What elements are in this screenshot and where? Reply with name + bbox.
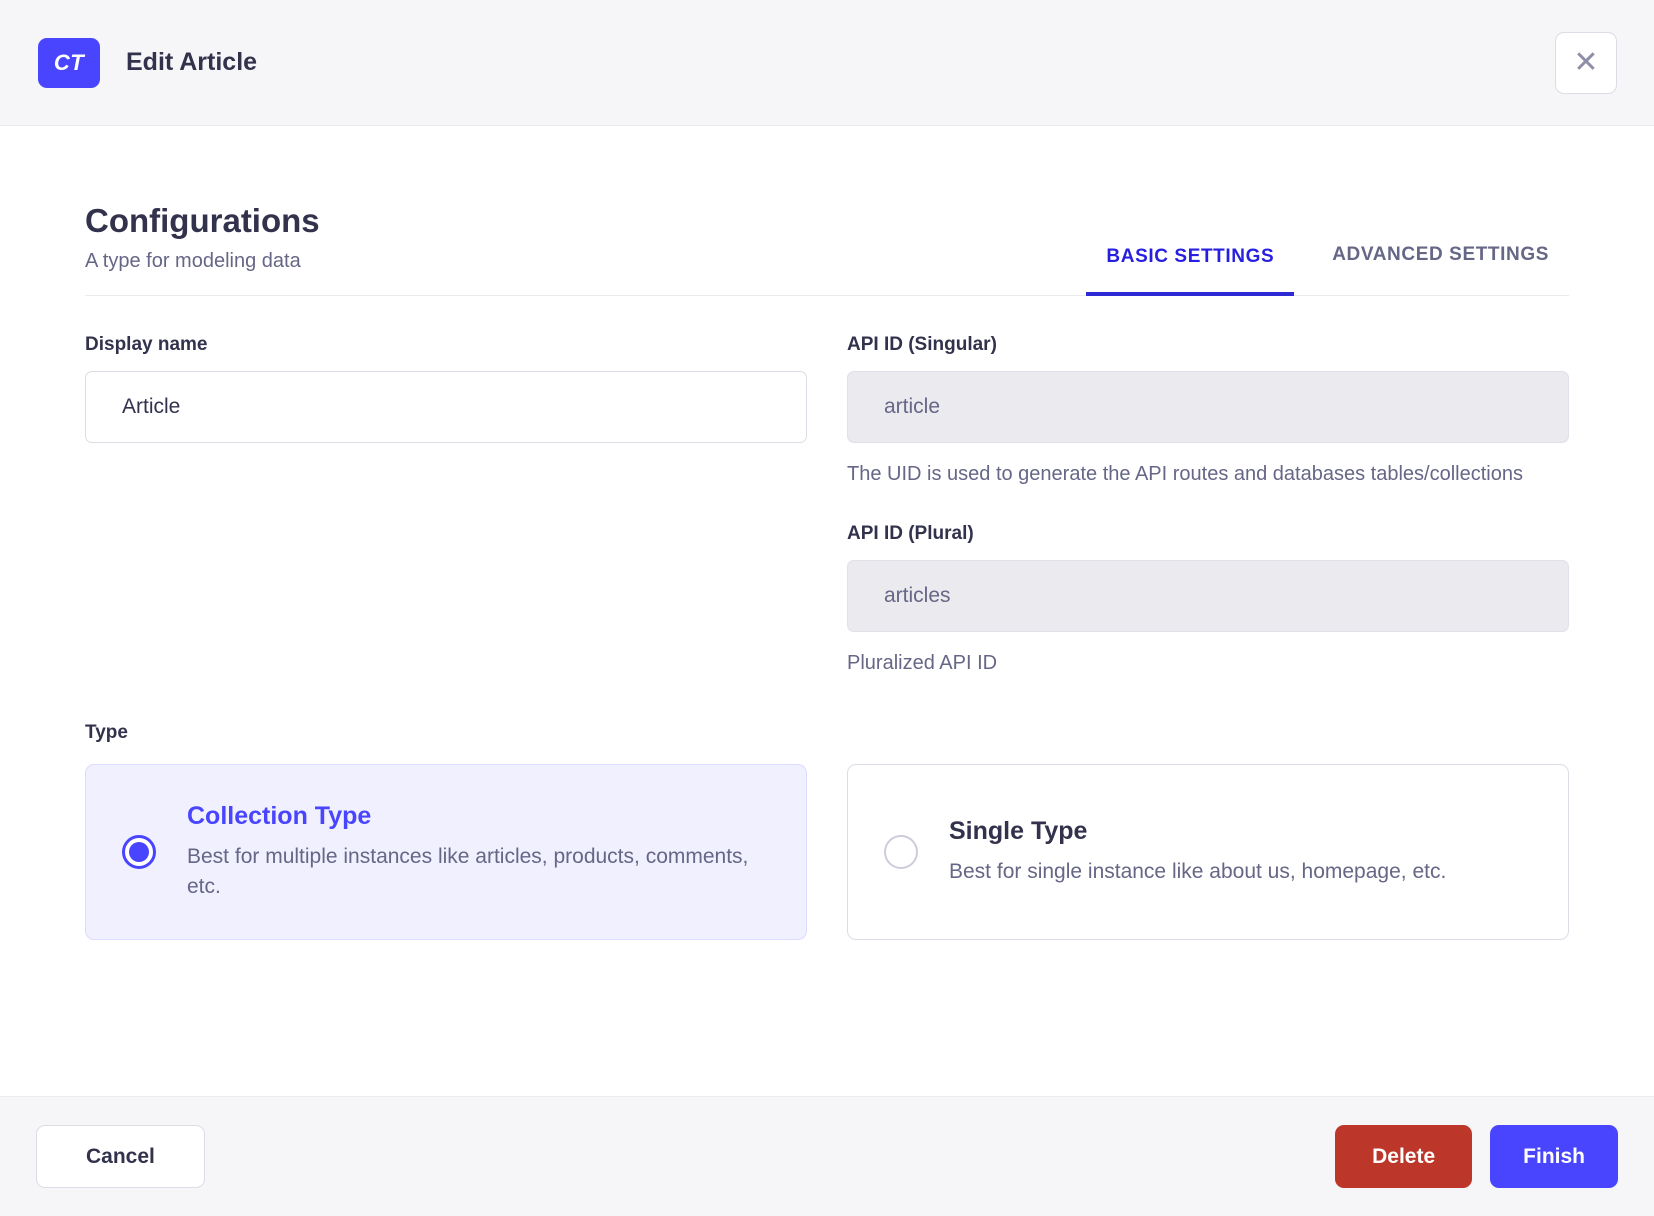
api-id-singular-field-group: API ID (Singular) The UID is used to gen… bbox=[847, 334, 1569, 489]
right-column: API ID (Singular) The UID is used to gen… bbox=[847, 334, 1569, 678]
type-options: Collection Type Best for multiple instan… bbox=[85, 764, 1569, 940]
modal-header: CT Edit Article ✕ bbox=[0, 0, 1654, 126]
collection-type-option[interactable]: Collection Type Best for multiple instan… bbox=[85, 764, 807, 940]
single-type-title: Single Type bbox=[949, 816, 1088, 845]
cancel-button[interactable]: Cancel bbox=[36, 1125, 205, 1188]
radio-unselected-icon[interactable] bbox=[884, 835, 918, 869]
api-id-plural-label: API ID (Plural) bbox=[847, 523, 974, 544]
display-name-field-group: Display name bbox=[85, 334, 807, 443]
single-type-description: Best for single instance like about us, … bbox=[949, 859, 1447, 883]
type-label: Type bbox=[85, 722, 128, 743]
edit-content-type-modal: CT Edit Article ✕ Configurations A type … bbox=[0, 0, 1654, 1216]
configurations-header: Configurations A type for modeling data … bbox=[85, 202, 1569, 296]
close-button[interactable]: ✕ bbox=[1555, 31, 1617, 94]
delete-button[interactable]: Delete bbox=[1335, 1125, 1473, 1188]
modal-body: Configurations A type for modeling data … bbox=[0, 126, 1654, 1096]
radio-selected-icon[interactable] bbox=[122, 835, 156, 869]
api-id-singular-input bbox=[847, 371, 1569, 443]
left-column: Display name bbox=[85, 334, 807, 678]
collection-type-text: Collection Type Best for multiple instan… bbox=[187, 802, 767, 903]
single-type-option[interactable]: Single Type Best for single instance lik… bbox=[847, 764, 1569, 940]
api-id-plural-field-group: API ID (Plural) Pluralized API ID bbox=[847, 523, 1569, 678]
tab-advanced-settings[interactable]: ADVANCED SETTINGS bbox=[1312, 228, 1569, 296]
api-id-plural-hint: Pluralized API ID bbox=[847, 652, 998, 674]
single-type-text: Single Type Best for single instance lik… bbox=[949, 817, 1446, 887]
collection-type-title: Collection Type bbox=[187, 801, 372, 830]
modal-title: Edit Article bbox=[126, 48, 258, 76]
close-icon: ✕ bbox=[1573, 45, 1599, 79]
api-id-plural-input bbox=[847, 560, 1569, 632]
configuration-form: Display name API ID (Singular) The UID i… bbox=[85, 334, 1569, 678]
tab-basic-settings[interactable]: BASIC SETTINGS bbox=[1086, 228, 1295, 296]
display-name-label: Display name bbox=[85, 334, 208, 355]
page-subtitle: A type for modeling data bbox=[85, 250, 301, 272]
display-name-input[interactable] bbox=[85, 371, 807, 443]
finish-button[interactable]: Finish bbox=[1490, 1125, 1618, 1188]
api-id-singular-hint: The UID is used to generate the API rout… bbox=[847, 463, 1523, 485]
collection-type-description: Best for multiple instances like article… bbox=[187, 844, 749, 898]
modal-footer: Cancel Delete Finish bbox=[0, 1096, 1654, 1216]
api-id-singular-label: API ID (Singular) bbox=[847, 334, 997, 355]
configurations-titles: Configurations A type for modeling data bbox=[85, 202, 320, 295]
page-title: Configurations bbox=[85, 202, 320, 239]
settings-tabs: BASIC SETTINGS ADVANCED SETTINGS bbox=[1086, 228, 1569, 296]
type-section: Type Collection Type Best for multiple i… bbox=[85, 722, 1569, 940]
content-type-badge: CT bbox=[38, 37, 100, 88]
